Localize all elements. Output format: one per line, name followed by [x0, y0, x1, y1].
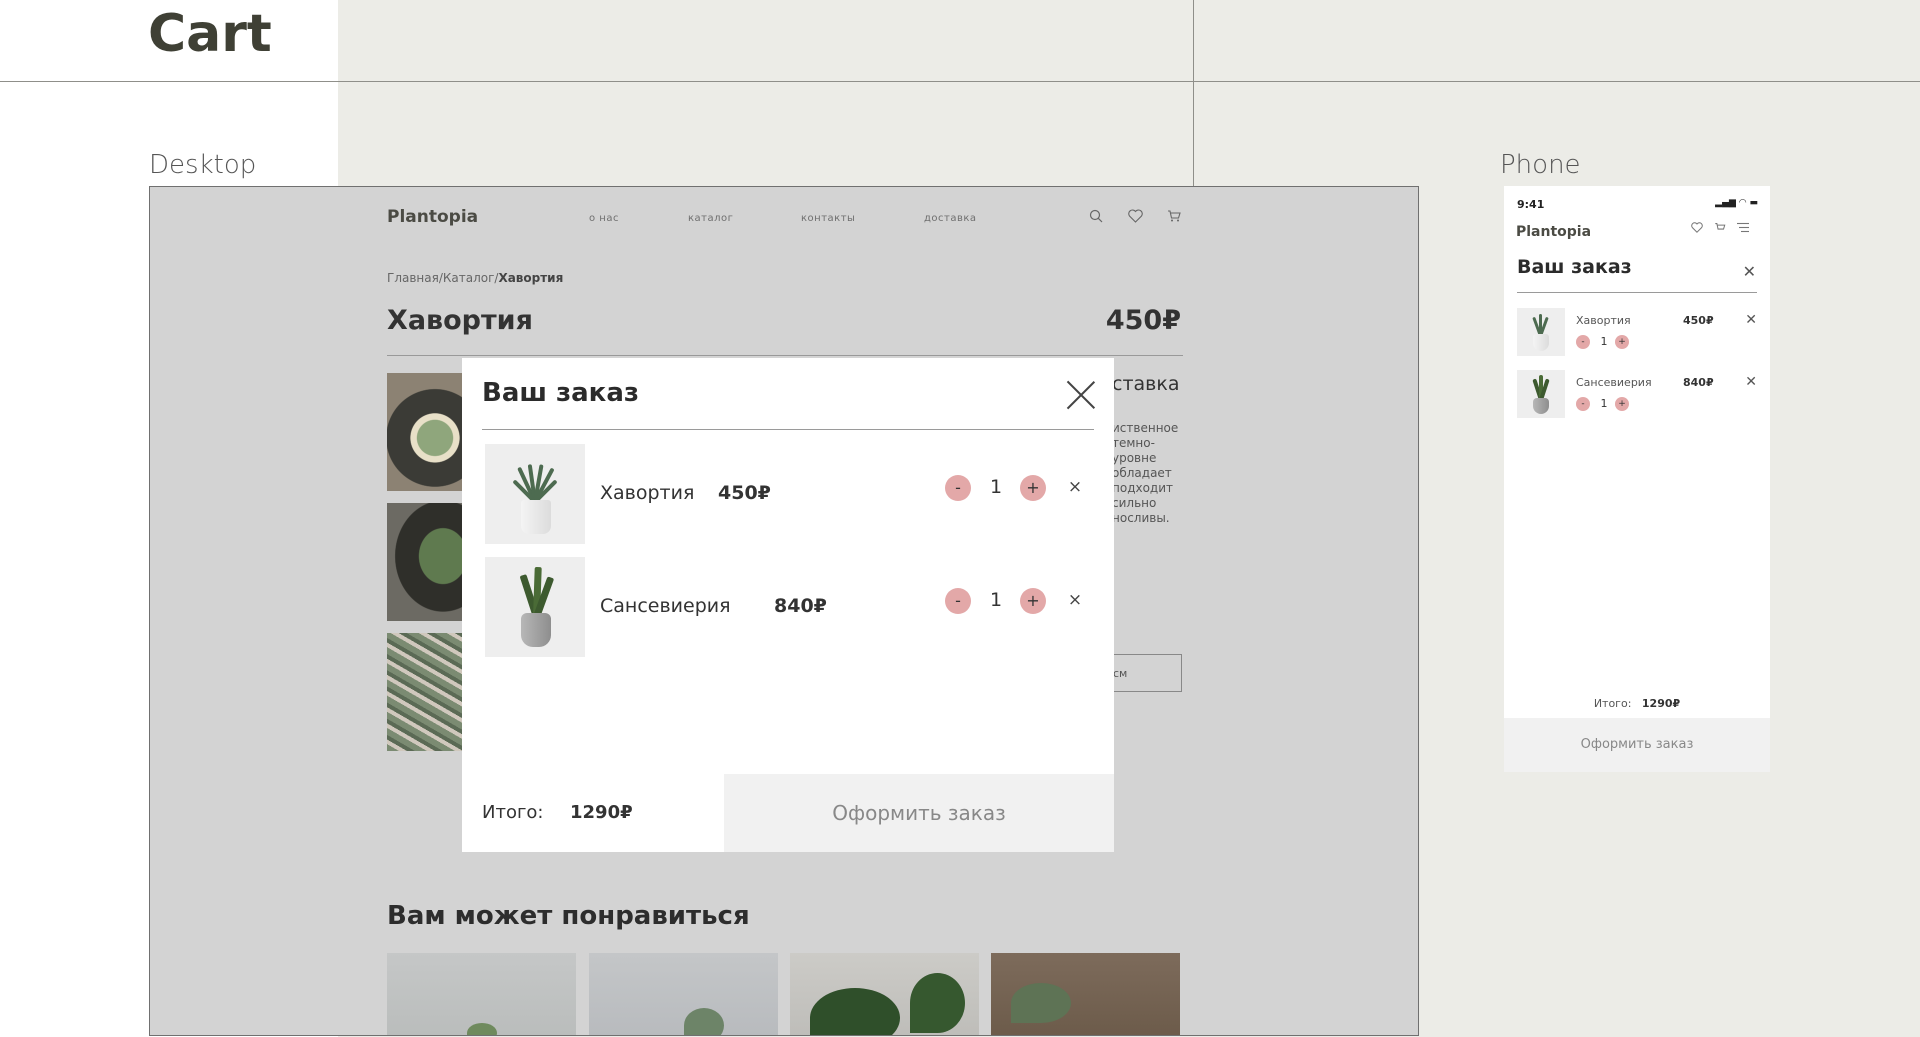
checkout-button[interactable]: Оформить заказ — [1504, 718, 1770, 772]
details-button-label: см — [1113, 667, 1128, 680]
heart-icon[interactable] — [1127, 209, 1143, 225]
item-name: Хавортия — [600, 482, 695, 504]
description-line: сильно — [1112, 496, 1157, 510]
nav-about[interactable]: о нас — [589, 213, 619, 224]
recommend-card[interactable] — [387, 953, 576, 1035]
remove-item-icon[interactable]: ✕ — [1745, 374, 1757, 390]
cart-item: Сансевиерия 840₽ - 1 + ✕ — [1517, 370, 1757, 418]
quantity-value: 1 — [989, 476, 1003, 498]
item-name: Сансевиерия — [600, 595, 731, 617]
desktop-frame: Plantopia о нас каталог контакты доставк… — [149, 186, 1419, 1036]
increase-button[interactable]: + — [1020, 475, 1046, 501]
increase-button[interactable]: + — [1615, 397, 1629, 411]
divider — [387, 355, 1183, 356]
total-value: 1290₽ — [1641, 697, 1681, 710]
phone-frame: 9:41 ▂▄▆ ◠ ▬ Plantopia Ваш заказ ✕ Хавор… — [1504, 186, 1770, 772]
decrease-button[interactable]: - — [945, 475, 971, 501]
nav-delivery[interactable]: доставка — [924, 213, 977, 224]
details-button[interactable]: см — [1112, 654, 1182, 692]
divider — [1517, 292, 1757, 293]
divider — [482, 429, 1094, 430]
decrease-button[interactable]: - — [945, 588, 971, 614]
status-icons: ▂▄▆ ◠ ▬ — [1715, 198, 1758, 208]
breadcrumb: Главная/Каталог/Хавортия — [387, 271, 563, 285]
cart-item: Хавортия 450₽ - 1 + × — [485, 444, 1097, 544]
product-thumbnail[interactable] — [387, 633, 467, 751]
modal-title: Ваш заказ — [482, 378, 639, 408]
logo-text: Plantopia — [1516, 224, 1592, 240]
item-name: Сансевиерия — [1576, 376, 1652, 389]
checkout-button[interactable]: Оформить заказ — [724, 774, 1114, 852]
remove-item-icon[interactable]: ✕ — [1745, 312, 1757, 328]
description-line: подходит — [1112, 481, 1174, 495]
decrease-button[interactable]: - — [1576, 335, 1590, 349]
quantity-value: 1 — [989, 589, 1003, 611]
nav-catalog[interactable]: каталог — [688, 213, 733, 224]
close-icon[interactable] — [1066, 380, 1096, 410]
product-description: иственное темно- уровне обладает подходи… — [1112, 421, 1192, 526]
remove-item-icon[interactable]: × — [1067, 592, 1083, 609]
divider-horizontal — [0, 81, 1920, 82]
recommend-title: Вам может понравиться — [387, 901, 750, 931]
modal-title: Ваш заказ — [1517, 256, 1632, 278]
cart-item: Хавортия 450₽ - 1 + ✕ — [1517, 308, 1757, 356]
product-thumbnail[interactable] — [387, 503, 467, 621]
item-price: 450₽ — [1683, 314, 1714, 327]
recommend-card[interactable] — [790, 953, 979, 1035]
delivery-heading: ставка — [1112, 373, 1180, 395]
recommend-card[interactable] — [589, 953, 778, 1035]
status-time: 9:41 — [1517, 198, 1545, 211]
item-price: 840₽ — [1683, 376, 1714, 389]
product-title: Хавортия — [387, 305, 533, 336]
product-thumbnail[interactable] — [387, 373, 467, 491]
pot — [521, 500, 551, 534]
desktop-label: Desktop — [149, 150, 257, 180]
search-icon[interactable] — [1088, 209, 1104, 225]
description-line: темно- — [1112, 436, 1155, 450]
pot — [521, 613, 551, 647]
cart-icon[interactable] — [1166, 209, 1182, 225]
board-title: Cart — [148, 4, 272, 64]
product-price: 450₽ — [1105, 305, 1181, 336]
description-line: иственное — [1112, 421, 1179, 435]
nav-contacts[interactable]: контакты — [801, 213, 855, 224]
total-label: Итого: — [1593, 697, 1632, 710]
total-label: Итого: — [482, 802, 544, 823]
decrease-button[interactable]: - — [1576, 397, 1590, 411]
increase-button[interactable]: + — [1020, 588, 1046, 614]
item-price: 450₽ — [718, 482, 771, 504]
divider-vertical — [1193, 0, 1194, 186]
breadcrumb-home[interactable]: Главная/ — [387, 271, 443, 285]
close-icon[interactable]: ✕ — [1743, 262, 1756, 281]
recommend-card[interactable] — [991, 953, 1180, 1035]
item-name: Хавортия — [1576, 314, 1631, 327]
breadcrumb-current: Хавортия — [498, 271, 564, 285]
total: Итого: 1290₽ — [1504, 697, 1770, 710]
logo-text: Plantopia — [387, 207, 479, 227]
product-image — [485, 557, 585, 657]
phone-label: Phone — [1500, 150, 1581, 180]
item-price: 840₽ — [774, 595, 827, 617]
logo[interactable]: Plantopia — [1516, 224, 1591, 240]
product-image — [485, 444, 585, 544]
menu-icon[interactable] — [1736, 222, 1750, 236]
quantity-value: 1 — [1600, 397, 1608, 410]
cart-modal: Ваш заказ Хавортия 450₽ - 1 + × Сансевие… — [462, 358, 1114, 852]
total-value: 1290₽ — [570, 802, 633, 823]
product-image — [1517, 370, 1565, 418]
remove-item-icon[interactable]: × — [1067, 479, 1083, 496]
quantity-value: 1 — [1600, 335, 1608, 348]
heart-icon[interactable] — [1690, 222, 1704, 236]
description-line: уровне — [1112, 451, 1157, 465]
description-line: носливы. — [1112, 511, 1170, 525]
cart-item: Сансевиерия 840₽ - 1 + × — [485, 557, 1097, 657]
breadcrumb-catalog[interactable]: Каталог/ — [443, 271, 499, 285]
increase-button[interactable]: + — [1615, 335, 1629, 349]
logo[interactable]: Plantopia — [387, 207, 478, 227]
product-image — [1517, 308, 1565, 356]
cart-icon[interactable] — [1713, 222, 1727, 236]
description-line: обладает — [1112, 466, 1172, 480]
